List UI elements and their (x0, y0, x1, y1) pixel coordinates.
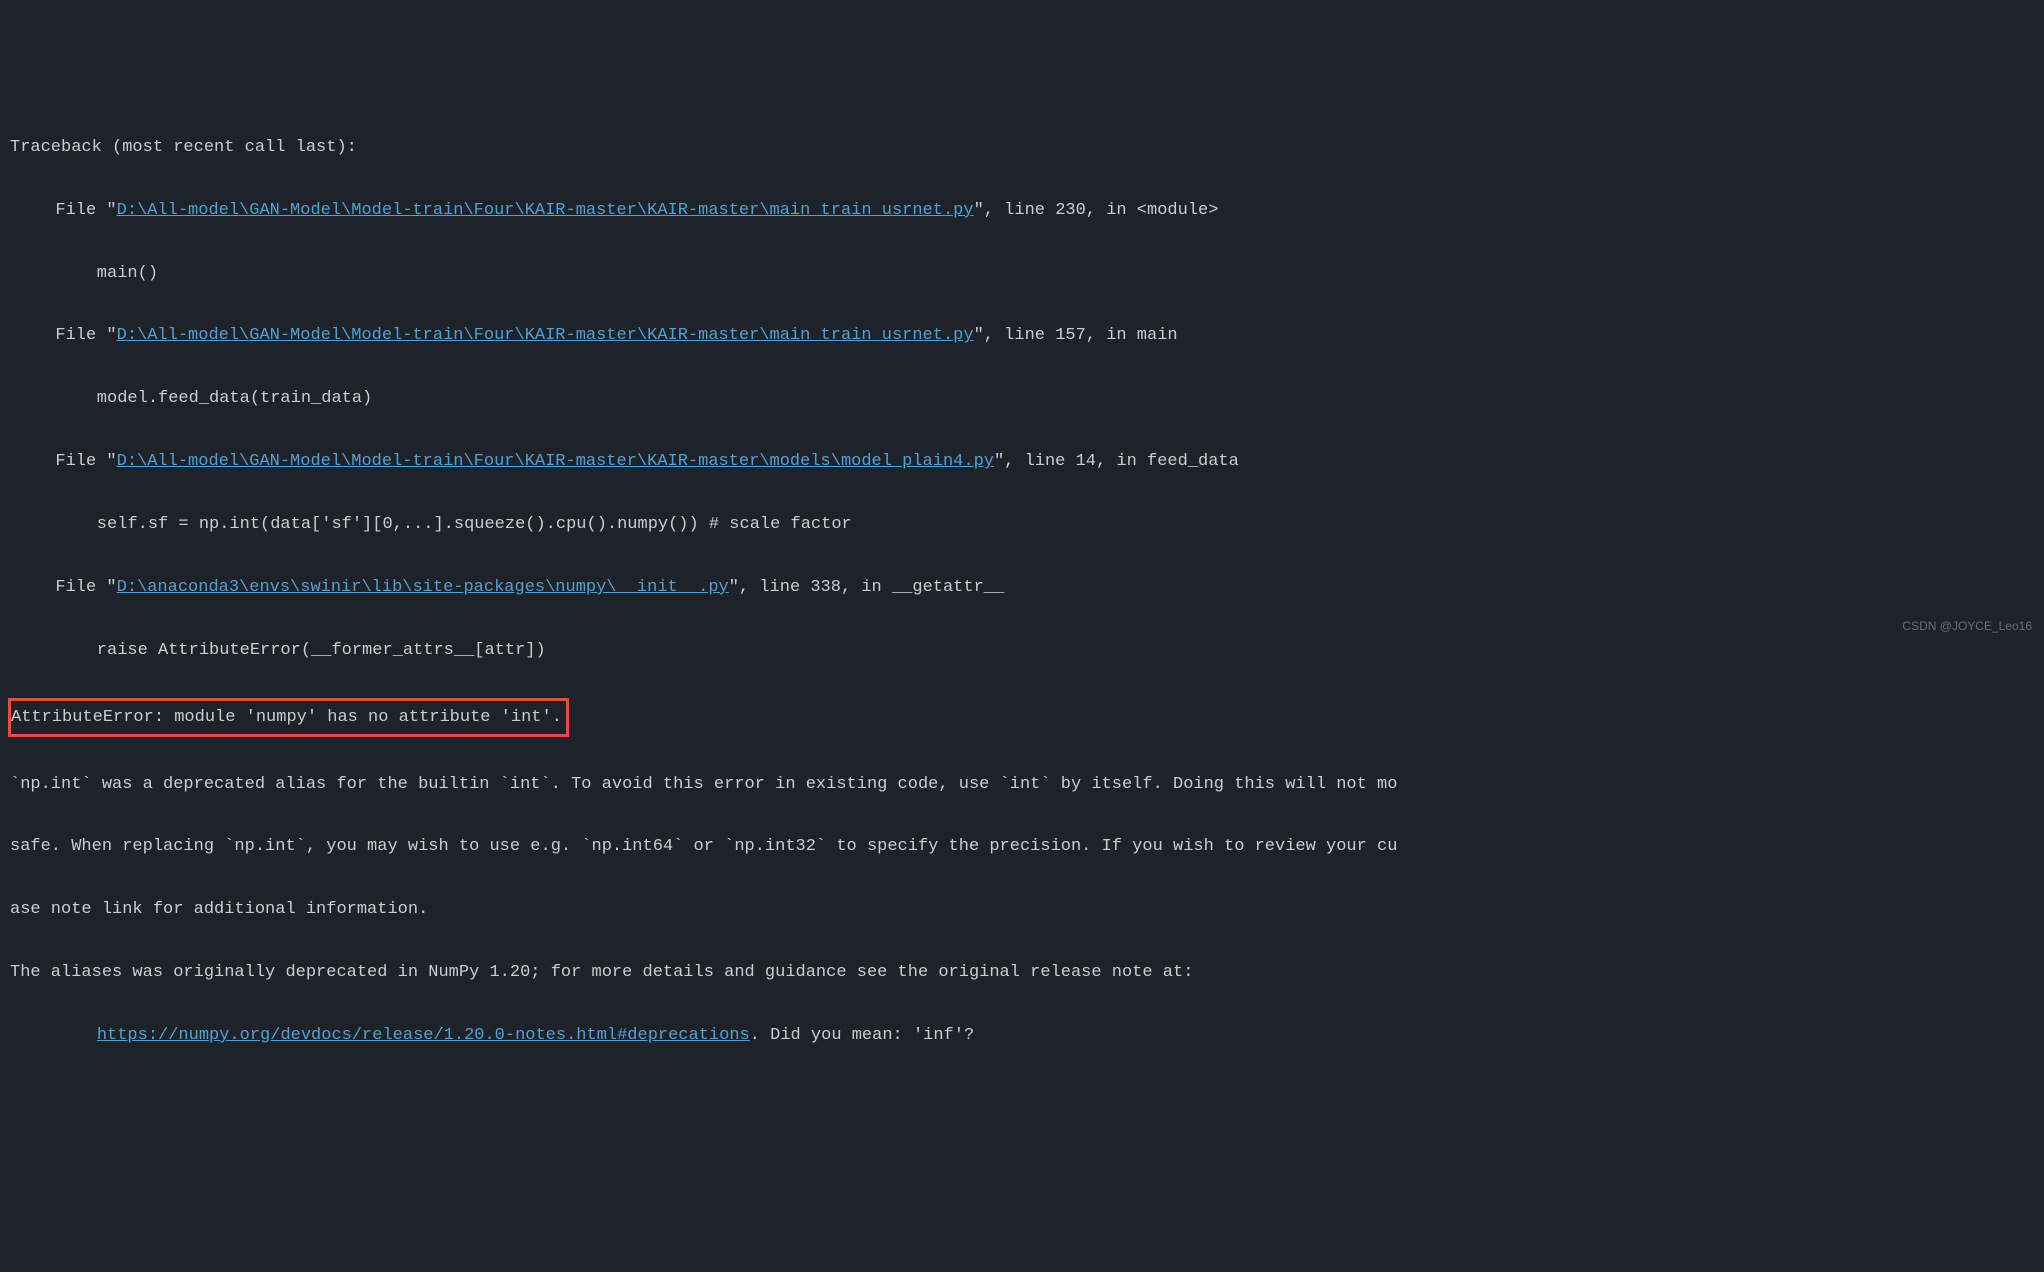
file-suffix: ", line 157, in main (974, 326, 1178, 345)
explanation-line: safe. When replacing `np.int`, you may w… (0, 831, 2044, 862)
release-note-link[interactable]: https://numpy.org/devdocs/release/1.20.0… (97, 1026, 750, 1045)
traceback-frame-code: main() (0, 258, 2044, 289)
file-suffix: ", line 230, in <module> (974, 201, 1219, 220)
traceback-frame-file: File "D:\anaconda3\envs\swinir\lib\site-… (0, 572, 2044, 603)
file-suffix: ", line 14, in feed_data (994, 452, 1239, 471)
file-prefix: File " (35, 452, 117, 471)
explanation-line: `np.int` was a deprecated alias for the … (0, 769, 2044, 800)
file-path-link[interactable]: D:\All-model\GAN-Model\Model-train\Four\… (117, 326, 974, 345)
traceback-frame-code: self.sf = np.int(data['sf'][0,...].squee… (0, 509, 2044, 540)
traceback-frame-code: raise AttributeError(__former_attrs__[at… (0, 635, 2044, 666)
file-path-link[interactable]: D:\anaconda3\envs\swinir\lib\site-packag… (117, 578, 729, 597)
attribute-error-line: AttributeError: module 'numpy' has no at… (0, 698, 2044, 737)
file-prefix: File " (35, 201, 117, 220)
file-prefix: File " (35, 578, 117, 597)
traceback-frame-file: File "D:\All-model\GAN-Model\Model-train… (0, 195, 2044, 226)
error-highlight-box: AttributeError: module 'numpy' has no at… (8, 698, 569, 737)
explanation-line: ase note link for additional information… (0, 894, 2044, 925)
explanation-line: The aliases was originally deprecated in… (0, 957, 2044, 988)
file-prefix: File " (35, 326, 117, 345)
traceback-frame-file: File "D:\All-model\GAN-Model\Model-train… (0, 446, 2044, 477)
traceback-header: Traceback (most recent call last): (0, 132, 2044, 163)
release-suffix: . Did you mean: 'inf'? (750, 1026, 974, 1045)
traceback-frame-code: model.feed_data(train_data) (0, 383, 2044, 414)
file-path-link[interactable]: D:\All-model\GAN-Model\Model-train\Four\… (117, 201, 974, 220)
release-indent (56, 1026, 97, 1045)
release-note-line: https://numpy.org/devdocs/release/1.20.0… (0, 1020, 2044, 1051)
traceback-frame-file: File "D:\All-model\GAN-Model\Model-train… (0, 320, 2044, 351)
file-suffix: ", line 338, in __getattr__ (729, 578, 1004, 597)
file-path-link[interactable]: D:\All-model\GAN-Model\Model-train\Four\… (117, 452, 994, 471)
watermark: CSDN @JOYCE_Leo16 (1902, 615, 2032, 637)
